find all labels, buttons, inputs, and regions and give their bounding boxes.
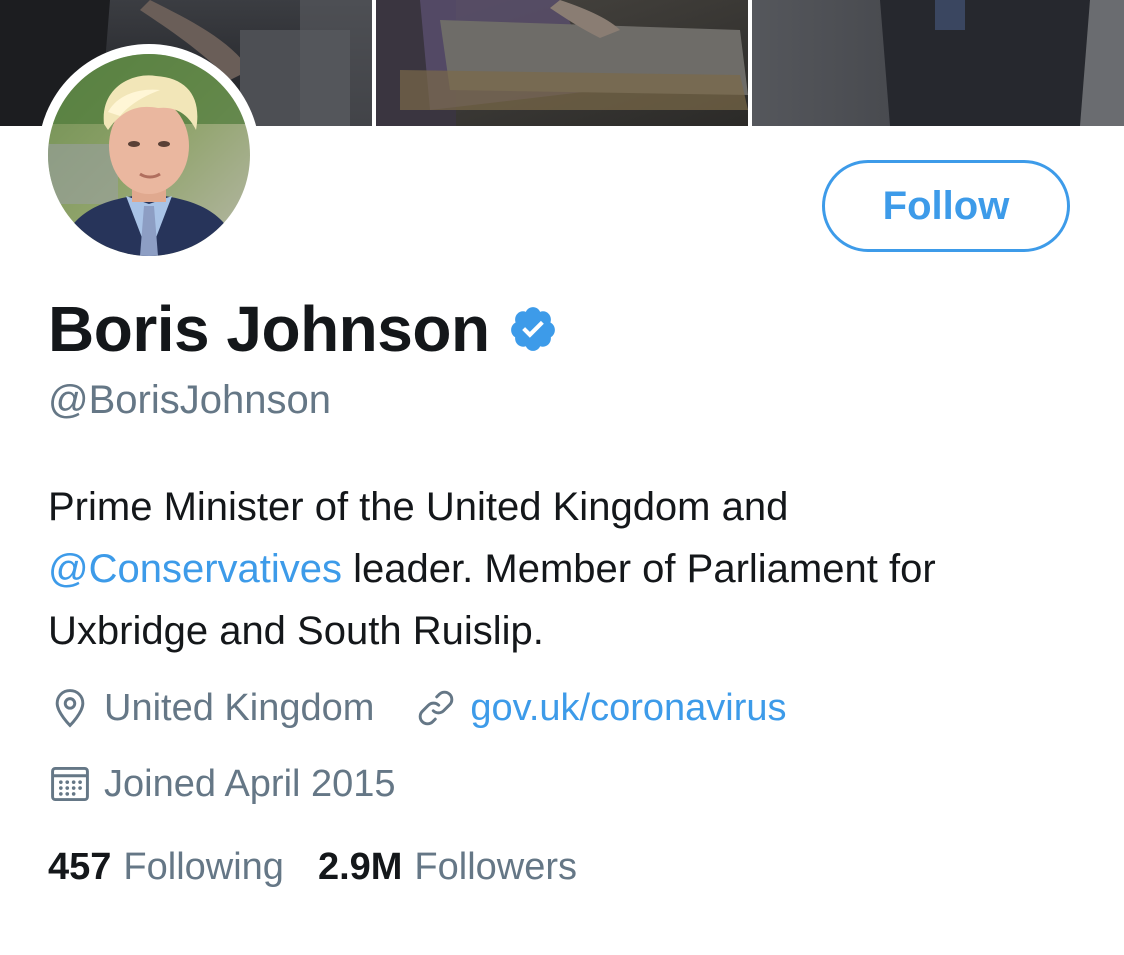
bio-line-3: Uxbridge and South Ruislip. — [48, 609, 544, 653]
followers-count: 2.9M — [317, 846, 403, 888]
profile-photo — [48, 54, 250, 256]
following-count: 457 — [48, 846, 112, 888]
calendar-icon — [48, 762, 92, 806]
user-handle: @BorisJohnson — [48, 378, 331, 422]
location-text: United Kingdom — [104, 686, 375, 729]
link-icon — [414, 686, 458, 730]
following-stat[interactable]: 457 Following — [48, 846, 284, 889]
verified-badge-icon — [508, 304, 558, 354]
joined-item: Joined April 2015 — [48, 762, 396, 806]
profile-page: Follow Boris Johnson @BorisJohnson Prime… — [0, 0, 1124, 955]
profile-stats: 457 Following 2.9M Followers — [48, 846, 577, 889]
follow-button[interactable]: Follow — [822, 160, 1070, 252]
followers-label: Followers — [414, 846, 578, 888]
joined-row: Joined April 2015 — [48, 762, 396, 806]
website-item[interactable]: gov.uk/coronavirus — [414, 686, 787, 730]
profile-meta-row: United Kingdom gov.uk/coronavirus — [48, 686, 787, 730]
bio-line-1: Prime Minister of the United Kingdom and — [48, 485, 789, 529]
location-item: United Kingdom — [48, 686, 374, 730]
location-pin-icon — [48, 686, 92, 730]
bio-line-2-text: leader. Member of Parliament for — [342, 547, 936, 591]
followers-stat[interactable]: 2.9M Followers — [318, 846, 577, 889]
bio-mention-link[interactable]: @Conservatives — [48, 547, 342, 591]
profile-bio: Prime Minister of the United Kingdom and… — [48, 476, 1088, 662]
following-label: Following — [123, 846, 284, 888]
display-name: Boris Johnson — [48, 293, 490, 365]
joined-text: Joined April 2015 — [104, 762, 396, 805]
website-link[interactable]: gov.uk/coronavirus — [470, 687, 786, 730]
name-row: Boris Johnson — [48, 292, 558, 366]
avatar[interactable] — [38, 44, 260, 266]
